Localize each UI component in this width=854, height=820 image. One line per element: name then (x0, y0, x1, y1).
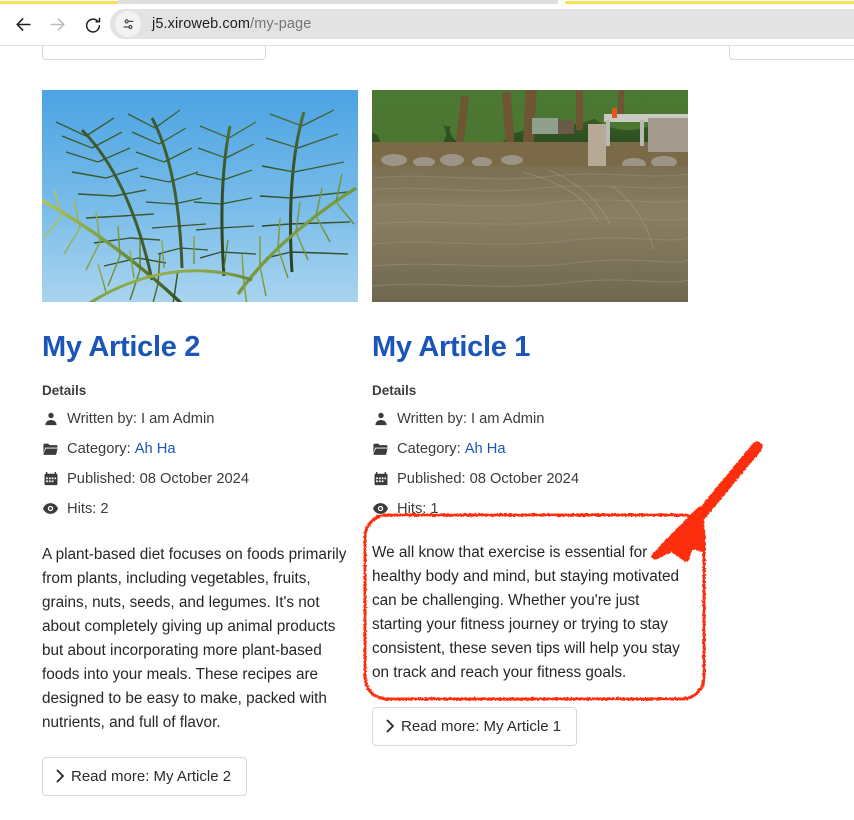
meta-label-published: Published: (397, 470, 466, 487)
meta-row-hits: Hits: 1 (372, 494, 688, 524)
folder-icon (372, 440, 389, 457)
meta-row-hits: Hits: 2 (42, 494, 358, 524)
article-image-river[interactable] (372, 90, 688, 302)
article-card: My Article 1 Details Written by: I am Ad… (372, 90, 688, 796)
meta-label-hits: Hits: (397, 500, 427, 517)
meta-value-author: I am Admin (140, 410, 215, 427)
meta-label-published: Published: (67, 470, 136, 487)
meta-row-category: Category: Ah Ha (42, 434, 358, 464)
article-title[interactable]: My Article 2 (42, 331, 358, 364)
address-bar[interactable]: j5.xiroweb.com/my-page (110, 9, 854, 39)
meta-value-published: 08 October 2024 (139, 470, 250, 487)
meta-value-category-link[interactable]: Ah Ha (465, 441, 506, 457)
meta-label-author: Written by: (397, 410, 467, 427)
meta-value-hits: 1 (430, 500, 439, 517)
article-details-label: Details (372, 382, 417, 398)
folder-icon (42, 440, 59, 457)
address-bar-url: j5.xiroweb.com/my-page (152, 16, 311, 32)
back-arrow-icon[interactable] (8, 10, 38, 40)
meta-row-published: Published: 08 October 2024 (372, 464, 688, 494)
browser-tabstrip (0, 0, 854, 7)
page-viewport: My Article 2 Details Written by: I am Ad… (0, 46, 854, 820)
chevron-right-icon (55, 769, 65, 783)
read-more-button[interactable]: Read more: My Article 2 (42, 756, 248, 796)
meta-label-hits: Hits: (67, 500, 97, 517)
article-meta-list: Written by: I am Admin Category: Ah Ha P… (42, 404, 358, 524)
url-path: /my-page (250, 16, 312, 32)
browser-tab-inactive[interactable] (118, 0, 558, 4)
meta-label-category: Category: (397, 440, 461, 457)
meta-label-author: Written by: (67, 410, 137, 427)
meta-row-author: Written by: I am Admin (42, 404, 358, 434)
forward-arrow-icon[interactable] (42, 10, 72, 40)
meta-value-author: I am Admin (470, 410, 545, 427)
calendar-icon (42, 470, 59, 487)
user-icon (42, 410, 59, 427)
meta-row-author: Written by: I am Admin (372, 404, 688, 434)
previous-row-button-clipped-left[interactable] (42, 46, 266, 60)
meta-row-published: Published: 08 October 2024 (42, 464, 358, 494)
eye-icon (372, 500, 389, 517)
reload-icon[interactable] (78, 10, 108, 40)
meta-value-category-link[interactable]: Ah Ha (135, 441, 176, 457)
article-card: My Article 2 Details Written by: I am Ad… (42, 90, 358, 796)
article-details-label: Details (42, 382, 87, 398)
user-icon (372, 410, 389, 427)
meta-value-published: 08 October 2024 (469, 470, 580, 487)
article-image-palm-trees[interactable] (42, 90, 358, 302)
browser-chrome: j5.xiroweb.com/my-page (0, 0, 854, 46)
url-host: j5.xiroweb.com (152, 16, 251, 32)
read-more-label: Read more: My Article 1 (401, 717, 562, 735)
eye-icon (42, 500, 59, 517)
meta-row-category: Category: Ah Ha (372, 434, 688, 464)
article-intro-text: A plant-based diet focuses on foods prim… (42, 545, 347, 731)
article-title[interactable]: My Article 1 (372, 331, 688, 364)
article-meta-list: Written by: I am Admin Category: Ah Ha P… (372, 404, 688, 524)
previous-row-button-clipped-right[interactable] (729, 46, 854, 60)
meta-label-category: Category: (67, 440, 131, 457)
page-settings-icon[interactable] (115, 11, 141, 37)
browser-tab-other[interactable] (565, 0, 854, 4)
article-grid: My Article 2 Details Written by: I am Ad… (42, 90, 822, 796)
article-intro-text: We all know that exercise is essential f… (372, 543, 680, 681)
calendar-icon (372, 470, 389, 487)
read-more-button[interactable]: Read more: My Article 1 (372, 706, 578, 746)
read-more-label: Read more: My Article 2 (71, 767, 232, 785)
chevron-right-icon (385, 719, 395, 733)
meta-value-hits: 2 (100, 500, 109, 517)
